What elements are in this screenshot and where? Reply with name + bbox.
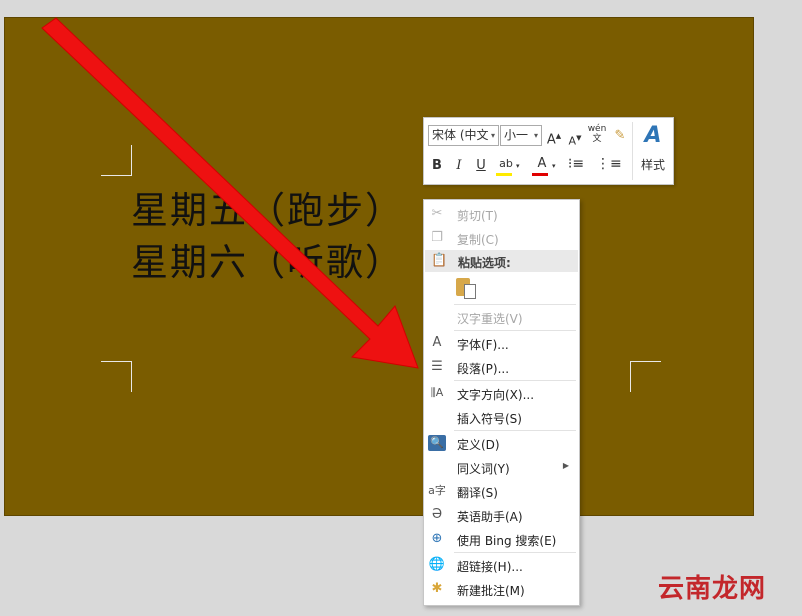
watermark: 云南龙网 — [657, 574, 766, 604]
red-arrow — [41, 17, 419, 369]
